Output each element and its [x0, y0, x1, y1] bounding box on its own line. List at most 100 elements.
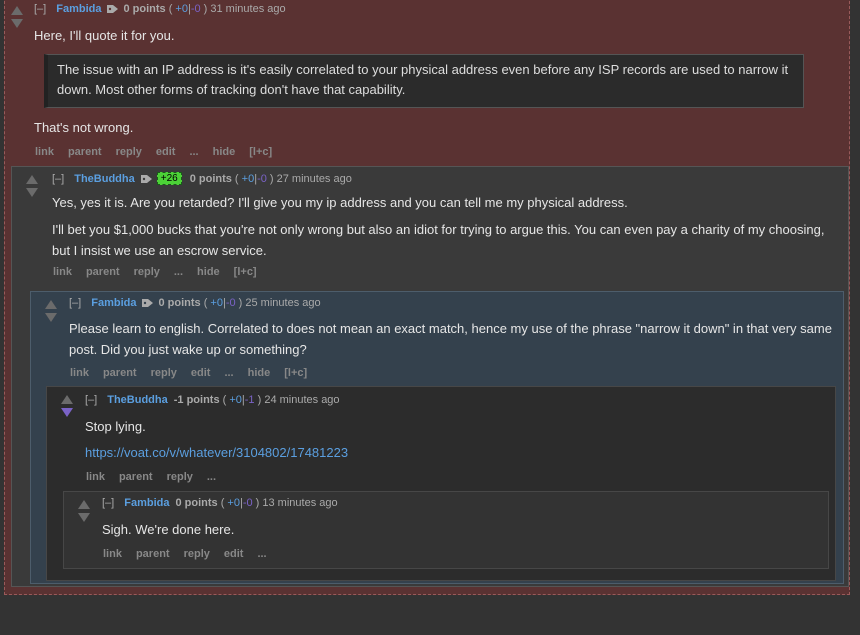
- comment-age: 31 minutes ago: [210, 3, 286, 15]
- comment-age: 27 minutes ago: [276, 172, 352, 185]
- action-parent[interactable]: parent: [68, 146, 102, 158]
- comment-thebuddha-1: [–] TheBuddha +26 0 points ( +0|-0 ) 27 …: [11, 166, 849, 587]
- comment-actions: link parent reply...: [86, 471, 230, 483]
- action-edit[interactable]: edit: [191, 367, 211, 379]
- downvote-arrow-icon[interactable]: [26, 188, 38, 197]
- collapse-toggle[interactable]: [–]: [34, 3, 46, 15]
- comment-text: Sigh. We're done here.: [102, 522, 235, 537]
- author-link[interactable]: TheBuddha: [74, 173, 135, 185]
- action-link[interactable]: link: [70, 367, 89, 379]
- action-link-comments[interactable]: [l+c]: [234, 266, 257, 278]
- author-link[interactable]: Fambida: [124, 497, 169, 509]
- comment-actions: link parent reply... hide [l+c]: [53, 266, 271, 278]
- action-reply[interactable]: reply: [116, 146, 142, 158]
- tag-icon: [107, 5, 119, 13]
- upvote-arrow-icon[interactable]: [61, 395, 73, 404]
- score: 0 points ( +0|-0 ) 27 minutes ago: [189, 172, 352, 185]
- author-link[interactable]: Fambida: [91, 297, 136, 309]
- upvote-count: +0: [210, 297, 223, 309]
- comment-age: 13 minutes ago: [262, 497, 338, 509]
- comment-actions: link parent reply edit... hide [l+c]: [35, 146, 286, 158]
- action-parent[interactable]: parent: [136, 548, 170, 560]
- upvote-count: +0: [229, 394, 242, 406]
- vote-controls: [11, 6, 25, 32]
- score: 0 points ( +0|-0 ) 13 minutes ago: [175, 497, 338, 509]
- upvote-count: +0: [227, 497, 240, 509]
- comment-fambida-1: [–] Fambida 0 points ( +0|-0 ) 31 minute…: [4, 0, 850, 595]
- comment-tagline: [–] Fambida 0 points ( +0|-0 ) 13 minute…: [102, 497, 338, 509]
- vote-controls: [78, 500, 92, 526]
- upvote-count: +0: [175, 3, 188, 15]
- comment-text-2: I'll bet you $1,000 bucks that you're no…: [52, 222, 825, 258]
- action-hide[interactable]: hide: [248, 367, 271, 379]
- action-hide[interactable]: hide: [213, 146, 236, 158]
- author-link[interactable]: Fambida: [56, 3, 101, 15]
- downvote-count: -1: [244, 394, 255, 406]
- action-parent[interactable]: parent: [103, 367, 137, 379]
- comment-age: 25 minutes ago: [245, 297, 321, 309]
- action-link-comments[interactable]: [l+c]: [249, 146, 272, 158]
- collapse-toggle[interactable]: [–]: [85, 394, 97, 406]
- action-more[interactable]: ...: [257, 548, 266, 560]
- action-more[interactable]: ...: [207, 471, 216, 483]
- vote-controls: [61, 395, 75, 421]
- upvote-arrow-icon[interactable]: [45, 300, 57, 309]
- comment-text: Please learn to english. Correlated to d…: [69, 321, 832, 357]
- comment-tagline: [–] TheBuddha +26 0 points ( +0|-0 ) 27 …: [52, 172, 352, 185]
- tag-icon: [140, 174, 152, 183]
- collapse-toggle[interactable]: [–]: [69, 297, 81, 309]
- comment-tagline: [–] Fambida 0 points ( +0|-0 ) 25 minute…: [69, 297, 321, 309]
- action-more[interactable]: ...: [174, 266, 183, 278]
- collapse-toggle[interactable]: [–]: [52, 173, 64, 185]
- comment-url-link[interactable]: https://voat.co/v/whatever/3104802/17481…: [85, 442, 348, 463]
- upvote-arrow-icon[interactable]: [26, 175, 38, 184]
- action-link[interactable]: link: [35, 146, 54, 158]
- comment-thebuddha-2: [–] TheBuddha -1 points ( +0|-1 ) 24 min…: [46, 386, 836, 581]
- upvote-count: +0: [241, 172, 255, 185]
- action-reply[interactable]: reply: [167, 471, 193, 483]
- comment-text: Stop lying.: [85, 419, 146, 434]
- action-more[interactable]: ...: [189, 146, 198, 158]
- downvote-arrow-icon[interactable]: [78, 513, 90, 522]
- collapse-toggle[interactable]: [–]: [102, 497, 114, 509]
- action-reply[interactable]: reply: [184, 548, 210, 560]
- downvote-count: -0: [257, 172, 267, 185]
- score: 0 points ( +0|-0 ) 31 minutes ago: [123, 3, 286, 15]
- action-reply[interactable]: reply: [151, 367, 177, 379]
- tag-icon: [142, 299, 154, 307]
- author-link[interactable]: TheBuddha: [107, 394, 168, 406]
- action-reply[interactable]: reply: [134, 266, 160, 278]
- comment-fambida-3: [–] Fambida 0 points ( +0|-0 ) 13 minute…: [63, 491, 829, 569]
- action-link[interactable]: link: [86, 471, 105, 483]
- comment-text-2: That's not wrong.: [34, 120, 134, 135]
- comment-actions: link parent reply edit...: [103, 548, 281, 560]
- user-flair-badge: +26: [156, 172, 182, 185]
- action-link-comments[interactable]: [l+c]: [284, 367, 307, 379]
- blockquote: The issue with an IP address is it's eas…: [44, 54, 804, 108]
- upvote-arrow-icon[interactable]: [11, 6, 23, 15]
- comment-tagline: [–] TheBuddha -1 points ( +0|-1 ) 24 min…: [85, 394, 340, 406]
- vote-controls: [26, 175, 40, 201]
- score: 0 points ( +0|-0 ) 25 minutes ago: [158, 297, 321, 309]
- downvote-count: -0: [190, 3, 201, 15]
- action-link[interactable]: link: [103, 548, 122, 560]
- comment-tagline: [–] Fambida 0 points ( +0|-0 ) 31 minute…: [34, 3, 286, 15]
- action-parent[interactable]: parent: [119, 471, 153, 483]
- action-edit[interactable]: edit: [224, 548, 244, 560]
- downvote-count: -0: [225, 297, 236, 309]
- action-link[interactable]: link: [53, 266, 72, 278]
- action-more[interactable]: ...: [224, 367, 233, 379]
- score: -1 points ( +0|-1 ) 24 minutes ago: [173, 394, 340, 406]
- action-edit[interactable]: edit: [156, 146, 176, 158]
- upvote-arrow-icon[interactable]: [78, 500, 90, 509]
- action-hide[interactable]: hide: [197, 266, 220, 278]
- downvote-arrow-icon[interactable]: [45, 313, 57, 322]
- comment-age: 24 minutes ago: [264, 394, 340, 406]
- comment-text: Here, I'll quote it for you.: [34, 28, 175, 43]
- downvote-arrow-icon[interactable]: [61, 408, 73, 417]
- comment-text: Yes, yes it is. Are you retarded? I'll g…: [52, 195, 628, 210]
- comment-fambida-2: [–] Fambida 0 points ( +0|-0 ) 25 minute…: [30, 291, 844, 584]
- downvote-count: -0: [242, 497, 253, 509]
- downvote-arrow-icon[interactable]: [11, 19, 23, 28]
- action-parent[interactable]: parent: [86, 266, 120, 278]
